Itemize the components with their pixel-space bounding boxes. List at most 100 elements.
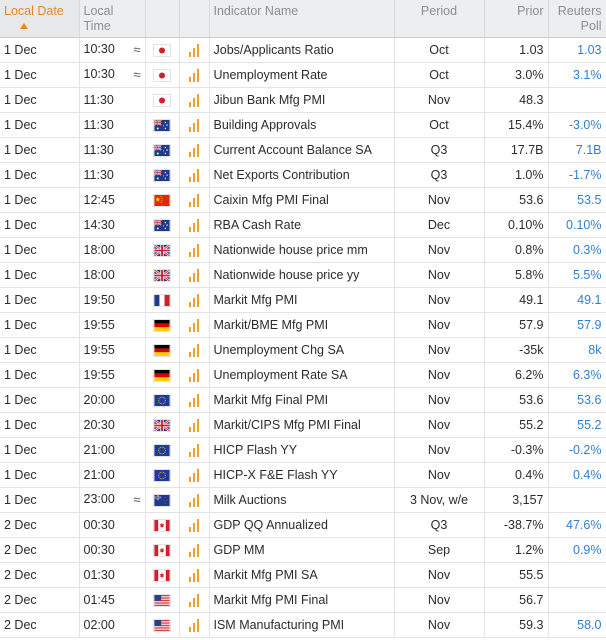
cell-period: 3 Nov, w/e: [394, 487, 485, 513]
cell-indicator[interactable]: Current Account Balance SA: [209, 137, 395, 163]
column-header-prior[interactable]: Prior: [484, 0, 549, 38]
cell-date: 1 Dec: [0, 462, 80, 488]
column-header-local-date[interactable]: Local Date: [0, 0, 80, 38]
column-header-local-time[interactable]: Local Time: [79, 0, 146, 38]
table-body: 1 Dec 10:30 ≈ Jobs/Applicants Ratio Oct 1.03 1…: [0, 37, 606, 638]
table-row[interactable]: 1 Dec 19:55 Unemployment Chg SA Nov -35k 8k: [0, 337, 606, 363]
column-header-indicator[interactable]: Indicator Name: [209, 0, 395, 38]
cell-poll: 0.4%: [548, 462, 606, 488]
cell-indicator[interactable]: Milk Auctions: [209, 487, 395, 513]
cell-indicator[interactable]: ISM Manufacturing PMI: [209, 612, 395, 638]
table-row[interactable]: 1 Dec 21:00 HICP-X F&E Flash YY Nov 0.4% 0.4%: [0, 462, 606, 488]
cell-date: 1 Dec: [0, 37, 80, 63]
table-row[interactable]: 1 Dec 20:30 Markit/CIPS Mfg PMI Final Nov 55…: [0, 412, 606, 438]
cell-period: Nov: [394, 462, 485, 488]
time-value: 01:30: [83, 567, 115, 582]
table-row[interactable]: 1 Dec 23:00 ≈ Milk Auctions 3 Nov, w/e 3,157: [0, 487, 606, 513]
cell-indicator[interactable]: GDP MM: [209, 537, 395, 563]
cell-indicator[interactable]: RBA Cash Rate: [209, 212, 395, 238]
column-header-label: Period: [420, 4, 458, 18]
cell-indicator[interactable]: Unemployment Rate SA: [209, 362, 395, 388]
table-header-row: Local Date Local Time Indicator Name Per…: [0, 0, 606, 38]
cell-indicator[interactable]: Markit/BME Mfg PMI: [209, 312, 395, 338]
table-row[interactable]: 1 Dec 11:30 Building Approvals Oct 15.4% -3.0…: [0, 112, 606, 138]
column-header-importance: [179, 0, 210, 38]
importance-bars-icon: [189, 418, 199, 432]
cell-indicator[interactable]: Nationwide house price mm: [209, 237, 395, 263]
australia-flag-icon: [153, 218, 171, 232]
cell-prior: 3,157: [484, 487, 549, 513]
cell-indicator[interactable]: GDP QQ Annualized: [209, 512, 395, 538]
cell-time: 00:30: [79, 537, 146, 563]
cell-indicator[interactable]: Building Approvals: [209, 112, 395, 138]
cell-flag: [145, 362, 180, 388]
table-row[interactable]: 1 Dec 18:00 Nationwide house price yy Nov 5.…: [0, 262, 606, 288]
importance-bars-icon: [189, 393, 199, 407]
table-row[interactable]: 2 Dec 02:00 ISM Manufacturing PMI Nov 59.3 58…: [0, 612, 606, 638]
cell-indicator[interactable]: Markit Mfg PMI Final: [209, 587, 395, 613]
cell-indicator[interactable]: Markit Mfg PMI: [209, 287, 395, 313]
column-header-period[interactable]: Period: [394, 0, 485, 38]
table-row[interactable]: 1 Dec 19:55 Unemployment Rate SA Nov 6.2% 6.3…: [0, 362, 606, 388]
table-row[interactable]: 1 Dec 14:30 RBA Cash Rate Dec 0.10% 0.10%: [0, 212, 606, 238]
table-row[interactable]: 1 Dec 21:00 HICP Flash YY Nov -0.3% -0.2%: [0, 437, 606, 463]
table-row[interactable]: 1 Dec 11:30 Jibun Bank Mfg PMI Nov 48.3: [0, 87, 606, 113]
cell-indicator[interactable]: Unemployment Chg SA: [209, 337, 395, 363]
eurozone-flag-icon: [153, 393, 171, 407]
cell-poll: [548, 487, 606, 513]
cell-flag: [145, 162, 180, 188]
column-header-poll[interactable]: Reuters Poll: [548, 0, 606, 38]
table-row[interactable]: 1 Dec 20:00 Markit Mfg Final PMI Nov 53.6 53.…: [0, 387, 606, 413]
table-row[interactable]: 1 Dec 19:50 Markit Mfg PMI Nov 49.1 49.1: [0, 287, 606, 313]
cell-time: 21:00: [79, 462, 146, 488]
cell-indicator[interactable]: Net Exports Contribution: [209, 162, 395, 188]
table-row[interactable]: 1 Dec 12:45 Caixin Mfg PMI Final Nov 53.6 53.…: [0, 187, 606, 213]
time-value: 21:00: [83, 442, 115, 457]
column-header-flag: [145, 0, 180, 38]
cell-indicator[interactable]: Caixin Mfg PMI Final: [209, 187, 395, 213]
table-row[interactable]: 1 Dec 10:30 ≈ Unemployment Rate Oct 3.0% 3.1%: [0, 62, 606, 88]
table-row[interactable]: 2 Dec 01:45 Markit Mfg PMI Final Nov 56.7: [0, 587, 606, 613]
cell-indicator[interactable]: Jobs/Applicants Ratio: [209, 37, 395, 63]
importance-bars-icon: [189, 43, 199, 57]
cell-indicator[interactable]: Unemployment Rate: [209, 62, 395, 88]
cell-date: 1 Dec: [0, 112, 80, 138]
cell-indicator[interactable]: HICP Flash YY: [209, 437, 395, 463]
time-value: 10:30: [83, 67, 115, 81]
cell-poll: 1.03: [548, 37, 606, 63]
cell-time: 19:50: [79, 287, 146, 313]
cell-indicator[interactable]: Nationwide house price yy: [209, 262, 395, 288]
cell-date: 1 Dec: [0, 62, 80, 88]
cell-time: 01:30: [79, 562, 146, 588]
cell-date: 2 Dec: [0, 562, 80, 588]
time-value: 14:30: [83, 217, 115, 232]
us-flag-icon: [153, 618, 171, 632]
cell-period: Nov: [394, 262, 485, 288]
cell-prior: 0.10%: [484, 212, 549, 238]
cell-importance: [179, 212, 210, 238]
cell-prior: 17.7B: [484, 137, 549, 163]
cell-prior: -35k: [484, 337, 549, 363]
cell-date: 1 Dec: [0, 487, 80, 513]
time-value: 18:00: [83, 242, 115, 257]
cell-indicator[interactable]: Jibun Bank Mfg PMI: [209, 87, 395, 113]
cell-indicator[interactable]: Markit Mfg Final PMI: [209, 387, 395, 413]
cell-importance: [179, 137, 210, 163]
table-row[interactable]: 1 Dec 11:30 Current Account Balance SA Q3 17…: [0, 137, 606, 163]
cell-date: 1 Dec: [0, 287, 80, 313]
table-row[interactable]: 1 Dec 18:00 Nationwide house price mm Nov 0.…: [0, 237, 606, 263]
table-row[interactable]: 2 Dec 00:30 GDP MM Sep 1.2% 0.9%: [0, 537, 606, 563]
table-row[interactable]: 1 Dec 10:30 ≈ Jobs/Applicants Ratio Oct 1.03 1…: [0, 37, 606, 63]
cell-indicator[interactable]: HICP-X F&E Flash YY: [209, 462, 395, 488]
cell-flag: [145, 212, 180, 238]
cell-date: 1 Dec: [0, 312, 80, 338]
cell-indicator[interactable]: Markit/CIPS Mfg PMI Final: [209, 412, 395, 438]
table-row[interactable]: 2 Dec 00:30 GDP QQ Annualized Q3 -38.7% 47.6%: [0, 512, 606, 538]
cell-time: 10:30 ≈: [79, 62, 146, 88]
importance-bars-icon: [189, 268, 199, 282]
time-value: 23:00: [83, 492, 115, 506]
cell-indicator[interactable]: Markit Mfg PMI SA: [209, 562, 395, 588]
table-row[interactable]: 2 Dec 01:30 Markit Mfg PMI SA Nov 55.5: [0, 562, 606, 588]
table-row[interactable]: 1 Dec 11:30 Net Exports Contribution Q3 1.0%…: [0, 162, 606, 188]
table-row[interactable]: 1 Dec 19:55 Markit/BME Mfg PMI Nov 57.9 57.9: [0, 312, 606, 338]
